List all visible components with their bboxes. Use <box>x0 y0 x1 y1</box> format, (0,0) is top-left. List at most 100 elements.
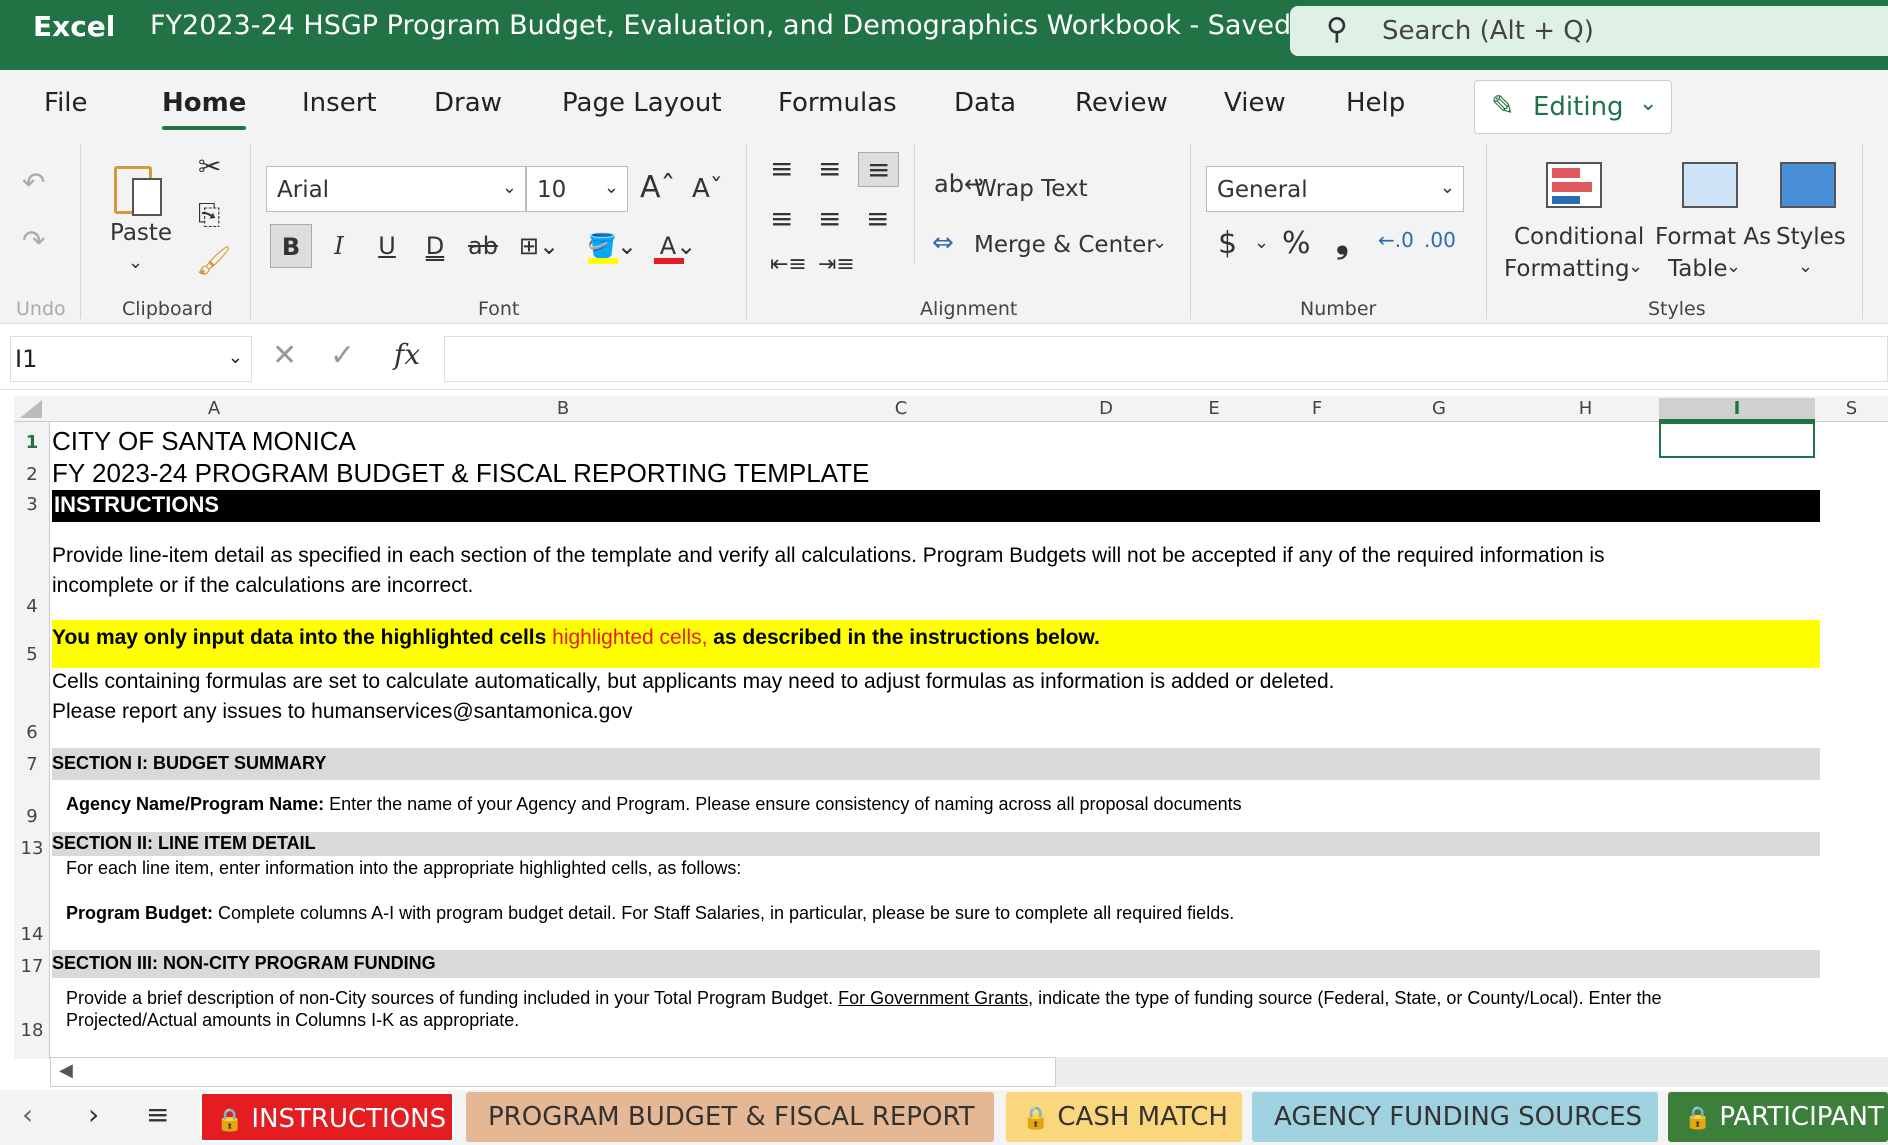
instruction-line[interactable]: Program Budget: Complete columns A-I wit… <box>66 903 1234 924</box>
menu-icon[interactable]: ≡ <box>146 1098 169 1131</box>
redo-icon[interactable]: ↷ <box>22 224 45 257</box>
row-number[interactable]: 4 <box>14 596 50 617</box>
horizontal-scrollbar[interactable]: ◀ <box>50 1057 1056 1087</box>
align-bottom-icon[interactable]: ≡ <box>858 152 900 187</box>
row-number[interactable]: 7 <box>14 754 50 775</box>
chevron-down-icon[interactable]: ⌄ <box>1798 256 1813 277</box>
row-number[interactable]: 17 <box>14 956 50 977</box>
instruction-line[interactable]: Cells containing formulas are set to cal… <box>52 670 1334 694</box>
checkmark-icon[interactable]: ✓ <box>330 338 355 373</box>
insert-function-button[interactable]: fx <box>394 338 420 371</box>
column-header-f[interactable]: F <box>1268 398 1366 419</box>
formula-input[interactable] <box>444 336 1888 382</box>
format-painter-icon[interactable]: 🖌 <box>196 244 232 277</box>
borders-icon[interactable]: ⊞⌄ <box>514 224 564 268</box>
sheet-tab-cash-match[interactable]: 🔒 CASH MATCH <box>1006 1092 1242 1142</box>
section-header[interactable]: SECTION I: BUDGET SUMMARY <box>52 753 326 774</box>
instruction-line[interactable]: incomplete or if the calculations are in… <box>52 574 473 598</box>
increase-font-icon[interactable]: Aˆ <box>640 170 676 205</box>
section-header[interactable]: SECTION II: LINE ITEM DETAIL <box>52 833 316 854</box>
tab-help[interactable]: Help <box>1346 88 1405 118</box>
column-header-c[interactable]: C <box>750 398 1052 419</box>
merge-center-button[interactable]: Merge & Center <box>974 232 1156 258</box>
decrease-indent-icon[interactable]: ⇤≡ <box>770 252 807 277</box>
paste-icon[interactable] <box>114 158 166 216</box>
row-number[interactable]: 9 <box>14 806 50 827</box>
align-center-icon[interactable]: ≡ <box>818 202 841 235</box>
tab-review[interactable]: Review <box>1075 88 1168 118</box>
tab-data[interactable]: Data <box>954 88 1016 118</box>
cancel-icon[interactable]: ✕ <box>272 338 297 373</box>
app-name[interactable]: Excel <box>33 10 115 43</box>
selected-cell[interactable] <box>1659 422 1815 458</box>
tab-home[interactable]: Home <box>162 88 247 130</box>
font-size-select[interactable]: 10 ⌄ <box>526 166 628 212</box>
align-left-icon[interactable]: ≡ <box>770 202 793 235</box>
wrap-text-button[interactable]: Wrap Text <box>974 176 1088 202</box>
percent-button[interactable]: % <box>1282 226 1311 261</box>
tab-file[interactable]: File <box>44 88 88 118</box>
align-top-icon[interactable]: ≡ <box>770 152 793 185</box>
row-number[interactable]: 18 <box>14 1020 50 1041</box>
column-header-i[interactable]: I <box>1659 398 1815 422</box>
format-as-table-label-2[interactable]: Table <box>1668 256 1727 282</box>
instruction-line[interactable]: For each line item, enter information in… <box>66 858 741 879</box>
column-header-b[interactable]: B <box>376 398 750 419</box>
editing-mode-button[interactable]: ✎ Editing ⌄ <box>1474 80 1672 134</box>
comma-button[interactable]: ❟ <box>1336 222 1349 261</box>
select-all-button[interactable] <box>20 400 42 418</box>
underline-button[interactable]: U <box>366 224 408 268</box>
name-box[interactable]: I1 ⌄ <box>10 336 252 382</box>
row-number[interactable]: 1 <box>14 432 50 453</box>
tab-draw[interactable]: Draw <box>434 88 502 118</box>
column-header-s[interactable]: S <box>1815 398 1888 419</box>
chevron-right-icon[interactable]: › <box>88 1098 99 1131</box>
conditional-formatting-label-2[interactable]: Formatting <box>1504 256 1630 282</box>
sheet-tab-instructions[interactable]: 🔒 INSTRUCTIONS <box>200 1092 454 1142</box>
sheet-tab-program-budget[interactable]: PROGRAM BUDGET & FISCAL REPORT <box>466 1092 994 1142</box>
cell-styles-label[interactable]: Styles <box>1776 224 1846 250</box>
instruction-line[interactable]: Agency Name/Program Name: Enter the name… <box>66 794 1242 815</box>
double-underline-button[interactable]: D <box>414 224 456 268</box>
cell-styles-icon[interactable] <box>1780 162 1836 208</box>
row-number[interactable]: 14 <box>14 924 50 945</box>
bold-button[interactable]: B <box>270 224 312 268</box>
column-header-d[interactable]: D <box>1052 398 1160 419</box>
instruction-line[interactable]: Please report any issues to humanservice… <box>52 700 632 724</box>
section-header[interactable]: SECTION III: NON-CITY PROGRAM FUNDING <box>52 953 436 974</box>
chevron-down-icon[interactable]: ⌄ <box>128 252 143 273</box>
row-number[interactable]: 13 <box>14 838 50 859</box>
worksheet-grid[interactable]: 1 CITY OF SANTA MONICA 2 FY 2023-24 PROG… <box>14 422 1888 1059</box>
increase-indent-icon[interactable]: ⇥≡ <box>818 252 855 277</box>
cut-icon[interactable]: ✂ <box>198 150 221 183</box>
column-header-g[interactable]: G <box>1366 398 1512 419</box>
chevron-down-icon[interactable]: ⌄ <box>1254 232 1269 253</box>
tab-page-layout[interactable]: Page Layout <box>562 88 722 118</box>
instructions-header[interactable]: INSTRUCTIONS <box>52 492 219 518</box>
copy-icon[interactable]: ⎘ <box>198 198 220 232</box>
format-as-table-icon[interactable] <box>1682 162 1738 208</box>
font-family-select[interactable]: Arial ⌄ <box>266 166 526 212</box>
row-number[interactable]: 3 <box>14 494 50 515</box>
align-middle-icon[interactable]: ≡ <box>818 152 841 185</box>
paste-label[interactable]: Paste <box>110 220 172 246</box>
sheet-heading[interactable]: CITY OF SANTA MONICA <box>52 426 356 457</box>
number-format-select[interactable]: General ⌄ <box>1206 166 1464 212</box>
document-title[interactable]: FY2023-24 HSGP Program Budget, Evaluatio… <box>150 10 1322 41</box>
scroll-left-icon[interactable]: ◀ <box>59 1060 73 1081</box>
tab-view[interactable]: View <box>1224 88 1286 118</box>
merge-center-icon[interactable]: ⇔ <box>932 228 954 258</box>
decrease-font-icon[interactable]: Aˇ <box>692 174 723 204</box>
increase-decimal-icon[interactable]: .00 <box>1424 228 1456 252</box>
undo-icon[interactable]: ↶ <box>22 166 45 199</box>
strikethrough-button[interactable]: ab <box>462 224 504 268</box>
currency-button[interactable]: $ <box>1218 226 1237 261</box>
row-number[interactable]: 6 <box>14 722 50 743</box>
chevron-left-icon[interactable]: ‹ <box>22 1098 33 1131</box>
instruction-line[interactable]: Projected/Actual amounts in Columns I-K … <box>66 1010 519 1031</box>
sheet-tab-agency-funding[interactable]: AGENCY FUNDING SOURCES <box>1252 1092 1658 1142</box>
decrease-decimal-icon[interactable]: ←.0 <box>1378 228 1414 252</box>
column-header-a[interactable]: A <box>52 398 376 419</box>
tab-insert[interactable]: Insert <box>302 88 377 118</box>
sheet-subheading[interactable]: FY 2023-24 PROGRAM BUDGET & FISCAL REPOR… <box>52 458 869 489</box>
